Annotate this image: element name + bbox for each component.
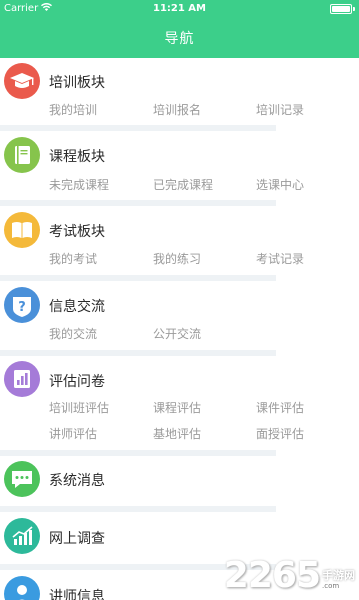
watermark-number: 2265 xyxy=(223,555,321,596)
section-title[interactable]: 讲师信息 xyxy=(49,588,105,600)
submenu-item[interactable]: 课程评估 xyxy=(153,400,201,416)
nav-header: Carrier 11:21 AM 导航 xyxy=(0,0,359,58)
watermark-url: .com xyxy=(322,582,340,590)
section-title[interactable]: 课程板块 xyxy=(49,148,105,166)
submenu-item[interactable]: 课件评估 xyxy=(256,400,304,416)
section-title[interactable]: 考试板块 xyxy=(49,223,105,241)
section-title[interactable]: 网上调查 xyxy=(49,530,105,548)
submenu-item[interactable]: 基地评估 xyxy=(153,426,201,442)
section-exchange: ? 信息交流 我的交流 公开交流 xyxy=(0,281,359,353)
submenu-item[interactable]: 培训班评估 xyxy=(49,400,109,416)
submenu-item[interactable]: 选课中心 xyxy=(256,177,304,193)
section-title[interactable]: 培训板块 xyxy=(49,74,105,92)
section-course: 课程板块 未完成课程 已完成课程 选课中心 xyxy=(0,131,359,203)
submenu-item[interactable]: 未完成课程 xyxy=(49,177,109,193)
submenu-item[interactable]: 已完成课程 xyxy=(153,177,213,193)
section-system-messages[interactable]: 系统消息 xyxy=(0,456,359,506)
status-time: 11:21 AM xyxy=(152,3,206,14)
submenu-item[interactable]: 培训记录 xyxy=(256,102,304,118)
submenu-item[interactable]: 讲师评估 xyxy=(49,426,97,442)
submenu-item[interactable]: 培训报名 xyxy=(153,102,201,118)
section-training: 培训板块 我的培训 培训报名 培训记录 xyxy=(0,58,359,130)
page-title: 导航 xyxy=(164,31,195,47)
exam-book-icon xyxy=(4,212,40,248)
svg-text:?: ? xyxy=(18,300,26,315)
watermark-site-name: 手游网 xyxy=(322,569,355,582)
submenu-item[interactable]: 我的培训 xyxy=(49,102,97,118)
graduation-cap-icon xyxy=(4,63,40,99)
course-book-icon xyxy=(4,137,40,173)
section-title[interactable]: 评估问卷 xyxy=(49,373,105,391)
survey-chart-icon xyxy=(4,518,40,554)
section-exam: 考试板块 我的考试 我的练习 考试记录 xyxy=(0,206,359,278)
section-title[interactable]: 系统消息 xyxy=(49,472,105,490)
submenu-item[interactable]: 我的交流 xyxy=(49,326,97,342)
submenu-item[interactable]: 面授评估 xyxy=(256,426,304,442)
submenu-item[interactable]: 我的练习 xyxy=(153,251,201,267)
section-evaluation: 评估问卷 培训班评估 课程评估 课件评估 讲师评估 基地评估 面授评估 xyxy=(0,356,359,454)
battery-icon xyxy=(330,4,355,14)
status-bar: Carrier 11:21 AM xyxy=(0,0,359,18)
message-bubble-icon xyxy=(4,461,40,497)
submenu-item[interactable]: 我的考试 xyxy=(49,251,97,267)
section-title[interactable]: 信息交流 xyxy=(49,298,105,316)
question-shield-icon: ? xyxy=(4,287,40,323)
submenu-item[interactable]: 考试记录 xyxy=(256,251,304,267)
bar-chart-icon xyxy=(4,361,40,397)
site-watermark: 2265 手游网 .com xyxy=(224,558,355,594)
teacher-icon xyxy=(4,576,40,600)
submenu-item[interactable]: 公开交流 xyxy=(153,326,201,342)
